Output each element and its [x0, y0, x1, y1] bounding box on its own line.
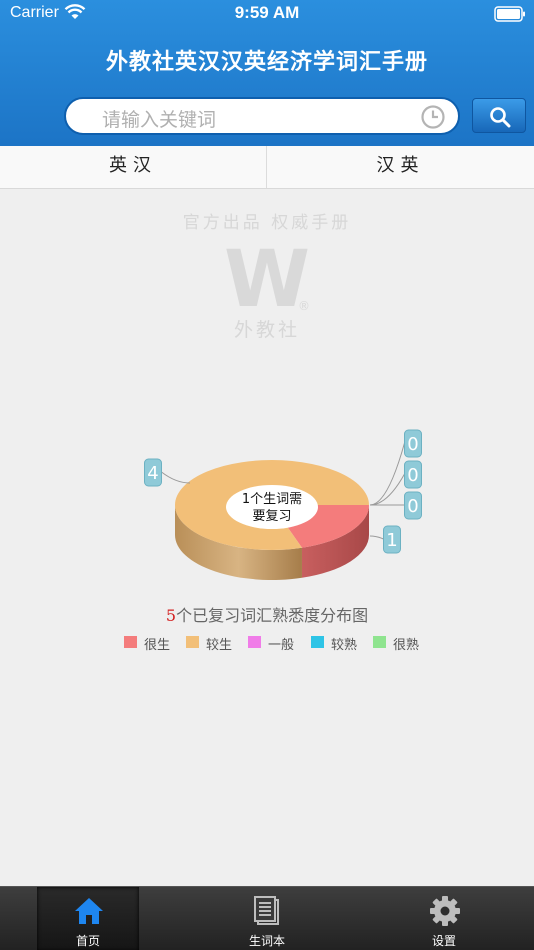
- data-label-leader: [369, 535, 384, 540]
- tabbar-item-vocabulary[interactable]: 生词本: [216, 887, 318, 950]
- data-label: 1: [386, 530, 397, 551]
- legend-swatch: [248, 636, 261, 648]
- app-title: 外教社英汉汉英经济学词汇手册: [105, 50, 428, 75]
- clock: 9:59 AM: [234, 3, 300, 22]
- search-button[interactable]: [472, 98, 526, 133]
- gear-icon: [430, 896, 460, 926]
- tabbar-label: 生词本: [248, 934, 285, 948]
- legend-label: 一般: [268, 638, 295, 653]
- legend-label: 很熟: [393, 638, 420, 653]
- tab-en-zh[interactable]: 英汉: [0, 146, 267, 188]
- legend-swatch: [373, 636, 386, 648]
- tab-zh-en[interactable]: 汉英: [267, 146, 534, 188]
- bottom-tab-bar: 首页 生词本 设置: [0, 886, 534, 950]
- data-label-leader: [369, 442, 405, 506]
- legend-swatch: [186, 636, 199, 648]
- data-label: 0: [407, 465, 418, 486]
- registered-mark: ®: [298, 299, 310, 312]
- data-label: 0: [407, 434, 418, 455]
- data-label: 0: [407, 496, 418, 517]
- notebook-icon: [254, 896, 279, 925]
- data-label-leader: [161, 471, 191, 484]
- caption-text: 个已复习词汇熟悉度分布图: [176, 606, 369, 625]
- pie-center-label: 要复习: [252, 509, 291, 524]
- legend-swatch: [124, 636, 137, 648]
- legend-label: 很生: [144, 638, 171, 653]
- familiarity-pie-chart: 1个生词需要复习 1 4 0 0 0: [144, 429, 422, 580]
- header: Carrier 9:59 AM 外教社英汉汉英经济学词汇手册 请输入关键词: [0, 0, 534, 146]
- watermark-publisher: 外教社: [233, 319, 300, 341]
- data-label: 4: [147, 463, 158, 484]
- tabbar-item-settings[interactable]: 设置: [393, 887, 495, 950]
- search-input[interactable]: 请输入关键词: [64, 97, 460, 135]
- tabbar-item-home[interactable]: 首页: [37, 887, 139, 950]
- caption-count: 5: [165, 606, 177, 625]
- dictionary-tabs: 英汉 汉英: [0, 146, 534, 189]
- publisher-logo: W ®: [222, 235, 314, 325]
- search-icon: [490, 107, 511, 128]
- history-clock-icon[interactable]: [420, 104, 446, 134]
- tabbar-label: 设置: [431, 934, 456, 948]
- watermark-slogan: 官方出品 权威手册: [182, 213, 352, 233]
- search-placeholder: 请输入关键词: [102, 109, 217, 131]
- tabbar-label: 首页: [75, 934, 100, 948]
- chart-caption: 5个已复习词汇熟悉度分布图: [0, 602, 534, 626]
- pie-center-label: 1个生词需: [242, 492, 302, 507]
- home-icon: [75, 898, 103, 924]
- legend-label: 较生: [206, 638, 233, 653]
- legend-swatch: [311, 636, 324, 648]
- status-bar: Carrier 9:59 AM: [0, 0, 534, 28]
- legend-label: 较熟: [331, 638, 358, 653]
- battery-icon: [494, 6, 526, 26]
